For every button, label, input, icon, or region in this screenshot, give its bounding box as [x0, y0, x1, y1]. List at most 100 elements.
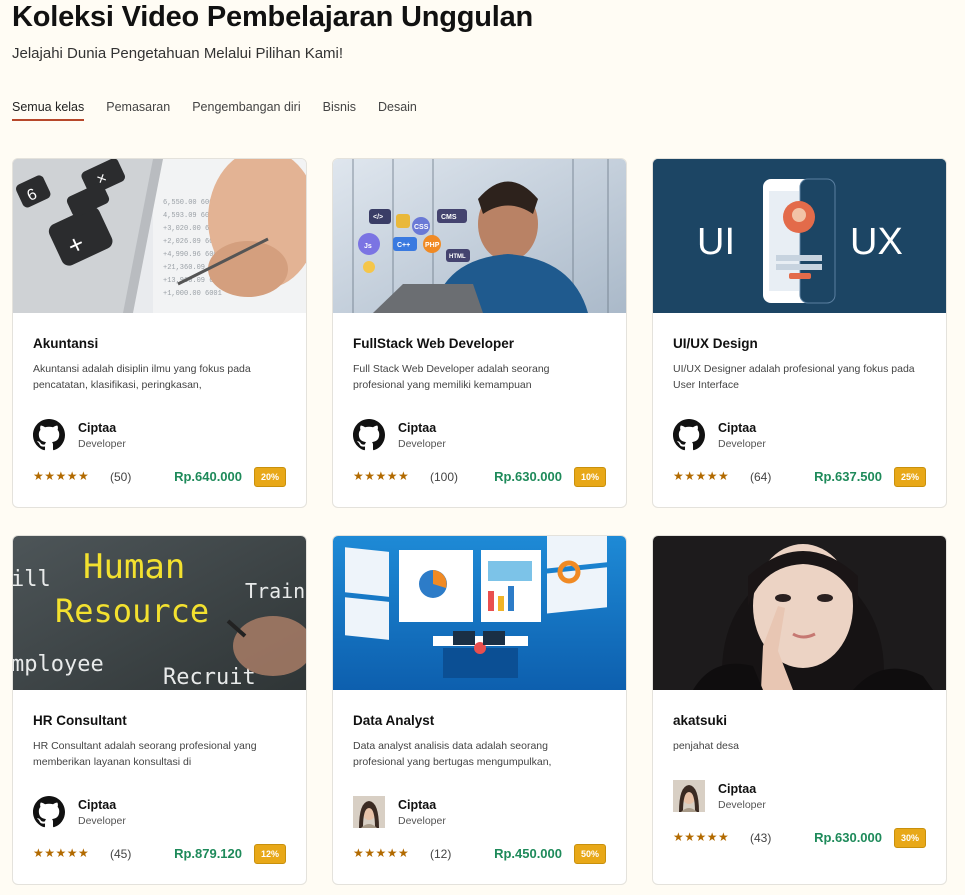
svg-text:+1,000.00 6001: +1,000.00 6001 [163, 290, 222, 298]
discount-badge: 30% [893, 828, 926, 848]
author-info: Ciptaa Developer [33, 419, 126, 451]
author-info: Ciptaa Developer [673, 780, 766, 812]
hr-text: Human [83, 547, 185, 587]
course-thumbnail [333, 536, 626, 690]
review-count: (43) [750, 831, 772, 845]
course-description: Akuntansi adalah disiplin ilmu yang foku… [33, 363, 251, 391]
author-name: Ciptaa [398, 420, 437, 435]
avatar [673, 780, 705, 812]
code-tag: Js [364, 243, 372, 250]
author-info: Ciptaa Developer [673, 419, 766, 451]
author-name: Ciptaa [718, 420, 757, 435]
course-card[interactable]: 6,550.00 6001 4,593.09 6001 +3,020.00 600… [12, 158, 307, 508]
rating-stars: ★★★★★ [33, 846, 90, 860]
category-tabs: Semua kelas Pemasaran Pengembangan diri … [12, 100, 417, 121]
course-thumbnail: Human Resource Train Recruit mployee ill [13, 536, 306, 690]
author-role: Developer [78, 437, 126, 450]
github-icon [673, 419, 705, 451]
author-role: Developer [718, 437, 766, 450]
course-meta: ★★★★★ (100) Rp.630.000 10% [353, 467, 606, 488]
author-info: Ciptaa Developer [353, 796, 446, 828]
discount-badge: 12% [253, 844, 286, 864]
course-meta: ★★★★★ (12) Rp.450.000 50% [353, 844, 606, 865]
hr-text: Resource [55, 592, 209, 630]
hr-text: Recruit [163, 665, 256, 690]
course-title[interactable]: Data Analyst [353, 713, 434, 728]
code-tag: PHP [425, 242, 440, 249]
ui-label: UI [697, 221, 735, 263]
page-title: Koleksi Video Pembelajaran Unggulan [12, 1, 534, 33]
code-tag: CSS [414, 224, 429, 231]
github-icon [33, 796, 65, 828]
author-name: Ciptaa [78, 797, 117, 812]
course-price: Rp.640.000 [174, 469, 242, 484]
author-role: Developer [78, 814, 126, 827]
course-title[interactable]: Akuntansi [33, 336, 98, 351]
course-description: UI/UX Designer adalah profesional yang f… [673, 363, 915, 391]
tab-desain[interactable]: Desain [378, 100, 417, 121]
course-description: Full Stack Web Developer adalah seorang … [353, 363, 550, 391]
code-tag: CMS [441, 214, 457, 221]
github-icon [353, 419, 385, 451]
author-role: Developer [398, 437, 446, 450]
tab-pemasaran[interactable]: Pemasaran [106, 100, 170, 121]
avatar [353, 796, 385, 828]
hr-text: ill [13, 567, 51, 592]
course-meta: ★★★★★ (50) Rp.640.000 20% [33, 467, 286, 488]
author-name: Ciptaa [398, 797, 437, 812]
course-price: Rp.630.000 [494, 469, 562, 484]
course-card[interactable]: akatsuki penjahat desa Ciptaa Developer [652, 535, 947, 885]
tab-semua-kelas[interactable]: Semua kelas [12, 100, 85, 121]
rating-stars: ★★★★★ [673, 469, 730, 483]
course-card[interactable]: Data Analyst Data analyst analisis data … [332, 535, 627, 885]
course-meta: ★★★★★ (64) Rp.637.500 25% [673, 467, 926, 488]
author-role: Developer [398, 814, 446, 827]
tab-bisnis[interactable]: Bisnis [323, 100, 356, 121]
page-subtitle: Jelajahi Dunia Pengetahuan Melalui Pilih… [12, 45, 344, 62]
course-description: Data analyst analisis data adalah seoran… [353, 740, 552, 768]
course-card[interactable]: </> CSS CMS Js C++ PHP HTML FullStack We… [332, 158, 627, 508]
course-description: penjahat desa [673, 740, 739, 752]
tab-pengembangan-diri[interactable]: Pengembangan diri [192, 100, 300, 121]
author-role: Developer [718, 798, 766, 811]
ux-label: UX [850, 221, 903, 263]
course-price: Rp.630.000 [814, 830, 882, 845]
course-title[interactable]: FullStack Web Developer [353, 336, 514, 351]
course-price: Rp.879.120 [174, 846, 242, 861]
course-thumbnail [653, 536, 946, 690]
course-title[interactable]: HR Consultant [33, 713, 127, 728]
course-price: Rp.637.500 [814, 469, 882, 484]
rating-stars: ★★★★★ [673, 830, 730, 844]
review-count: (12) [430, 847, 452, 861]
course-card[interactable]: UI UX UI/UX Design UI/UX Designer adalah… [652, 158, 947, 508]
hr-text: mployee [13, 652, 104, 677]
rating-stars: ★★★★★ [33, 469, 90, 483]
discount-badge: 50% [573, 844, 606, 864]
review-count: (64) [750, 470, 772, 484]
code-tag: C++ [397, 242, 410, 249]
course-description: HR Consultant adalah seorang profesional… [33, 740, 257, 768]
discount-badge: 20% [253, 467, 286, 487]
rating-stars: ★★★★★ [353, 846, 410, 860]
course-meta: ★★★★★ (45) Rp.879.120 12% [33, 844, 286, 865]
course-title[interactable]: UI/UX Design [673, 336, 758, 351]
course-thumbnail: </> CSS CMS Js C++ PHP HTML [333, 159, 626, 313]
code-tag: </> [373, 214, 383, 221]
code-tag: HTML [449, 254, 466, 260]
review-count: (100) [430, 470, 459, 484]
review-count: (45) [110, 847, 132, 861]
review-count: (50) [110, 470, 132, 484]
github-icon [33, 419, 65, 451]
course-title[interactable]: akatsuki [673, 713, 727, 728]
course-thumbnail: 6,550.00 6001 4,593.09 6001 +3,020.00 600… [13, 159, 306, 313]
discount-badge: 10% [573, 467, 606, 487]
course-meta: ★★★★★ (43) Rp.630.000 30% [673, 828, 926, 849]
course-thumbnail: UI UX [653, 159, 946, 313]
course-card[interactable]: Human Resource Train Recruit mployee ill… [12, 535, 307, 885]
course-grid: 6,550.00 6001 4,593.09 6001 +3,020.00 600… [12, 158, 947, 885]
rating-stars: ★★★★★ [353, 469, 410, 483]
author-name: Ciptaa [718, 781, 757, 796]
author-info: Ciptaa Developer [353, 419, 446, 451]
course-price: Rp.450.000 [494, 846, 562, 861]
author-info: Ciptaa Developer [33, 796, 126, 828]
